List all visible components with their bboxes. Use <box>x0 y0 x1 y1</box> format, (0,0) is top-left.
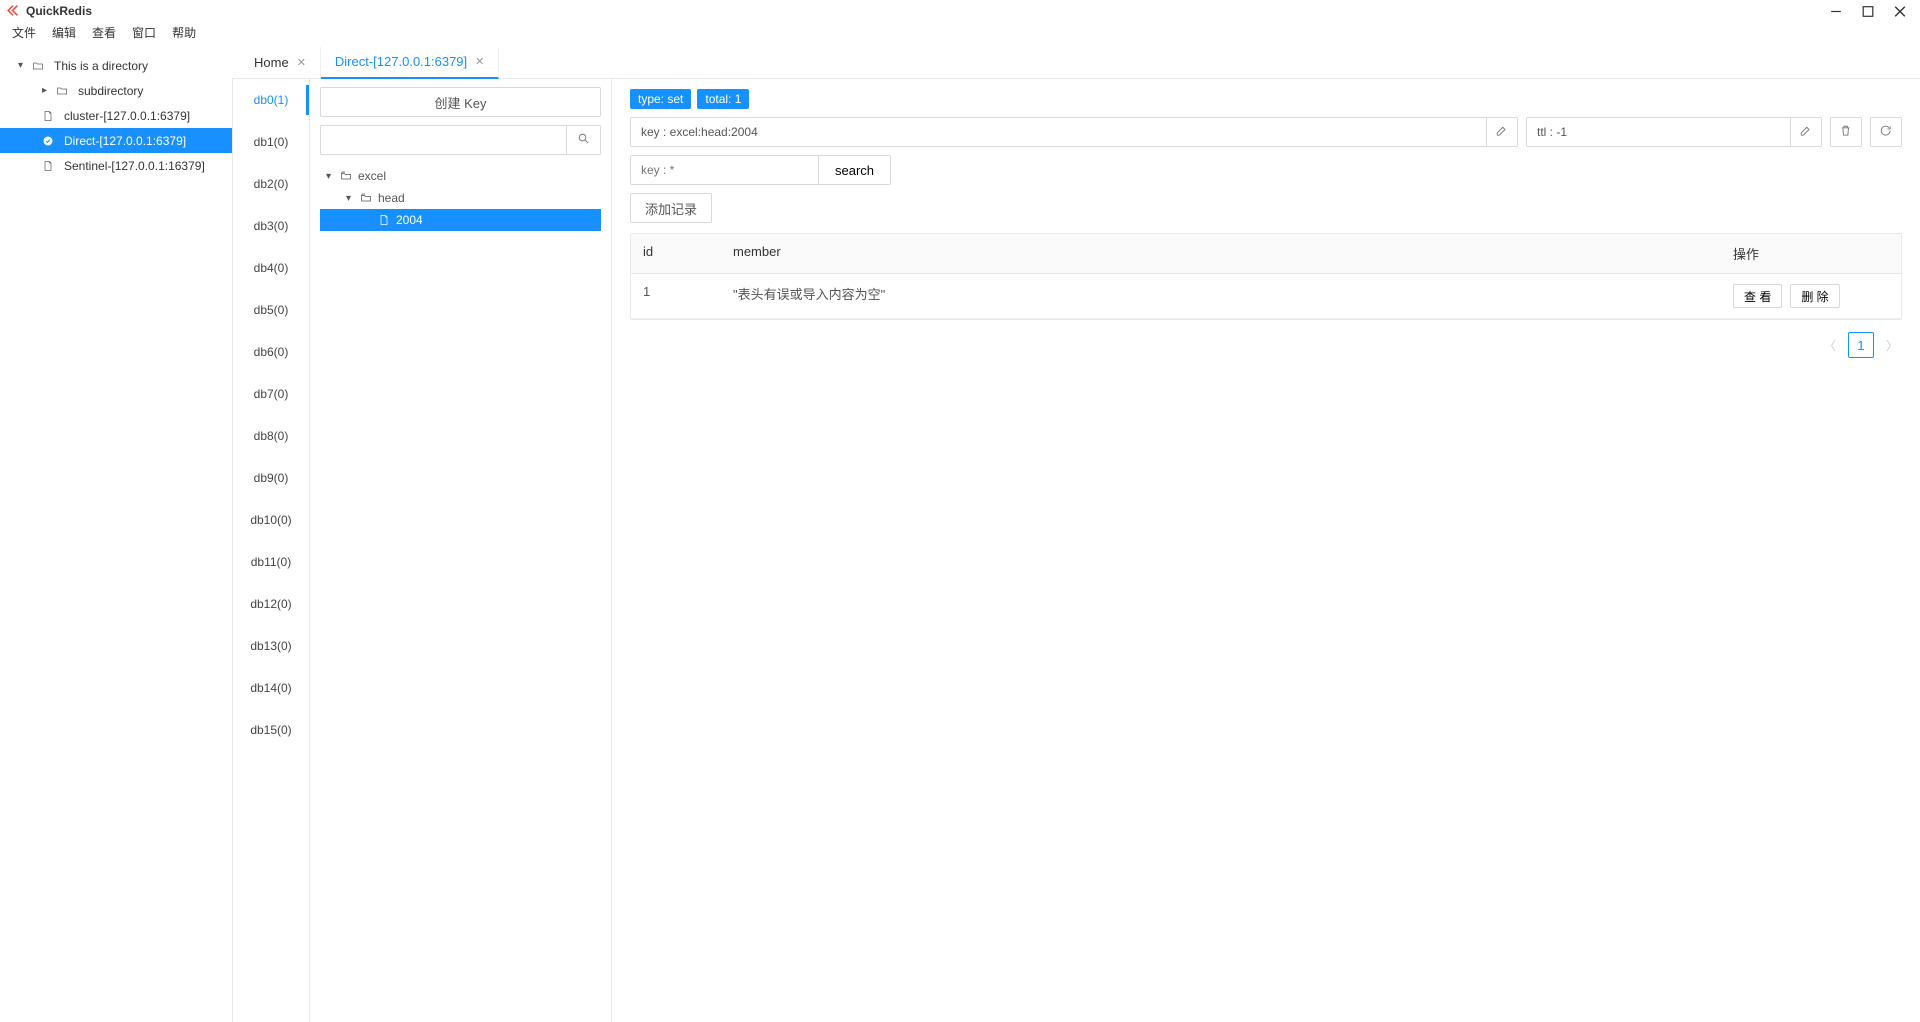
edit-key-button[interactable] <box>1486 117 1518 147</box>
close-icon[interactable]: ✕ <box>475 55 484 68</box>
key-tree-node[interactable]: ▾ excel <box>320 165 601 187</box>
db-item[interactable]: db4(0) <box>233 247 309 289</box>
key-tree-leaf-selected[interactable]: 2004 <box>320 209 601 231</box>
next-page-icon[interactable]: 〉 <box>1882 337 1902 354</box>
key-panel: 创建 Key ▾ excel ▾ hea <box>310 79 612 1022</box>
page-number[interactable]: 1 <box>1848 332 1874 358</box>
key-tree-label: 2004 <box>396 213 423 227</box>
db-item[interactable]: db12(0) <box>233 583 309 625</box>
menubar: 文件 编辑 查看 窗口 帮助 <box>0 22 1920 47</box>
close-window-button[interactable] <box>1894 5 1906 17</box>
delete-key-button[interactable] <box>1830 117 1862 147</box>
edit-icon <box>1495 124 1508 140</box>
db-item[interactable]: db15(0) <box>233 709 309 751</box>
tab-home[interactable]: Home ✕ <box>240 47 321 79</box>
db-item[interactable]: db5(0) <box>233 289 309 331</box>
col-header-member: member <box>721 234 1721 273</box>
titlebar: QuickRedis <box>0 0 1920 22</box>
file-icon <box>378 214 392 226</box>
menu-window[interactable]: 窗口 <box>132 24 156 41</box>
type-badge: type: set <box>630 89 691 109</box>
db-item[interactable]: db9(0) <box>233 457 309 499</box>
tree-subdirectory[interactable]: ▸ subdirectory <box>0 78 232 103</box>
tree-root-label: This is a directory <box>54 59 148 73</box>
file-icon <box>42 110 58 122</box>
app-logo-icon <box>6 4 20 18</box>
close-icon[interactable]: ✕ <box>297 56 306 69</box>
tree-root[interactable]: ▾ This is a directory <box>0 53 232 78</box>
db-item[interactable]: db7(0) <box>233 373 309 415</box>
chevron-down-icon: ▾ <box>346 193 360 204</box>
db-item[interactable]: db0(1) <box>233 79 309 121</box>
db-item[interactable]: db10(0) <box>233 499 309 541</box>
key-search-input[interactable] <box>320 125 567 155</box>
trash-icon <box>1839 124 1852 140</box>
menu-view[interactable]: 查看 <box>92 24 116 41</box>
total-badge: total: 1 <box>697 89 749 109</box>
refresh-icon <box>1879 124 1892 140</box>
folder-icon <box>56 85 72 97</box>
connection-label: cluster-[127.0.0.1:6379] <box>64 109 190 123</box>
folder-open-icon <box>340 170 354 182</box>
db-item[interactable]: db6(0) <box>233 331 309 373</box>
minimize-button[interactable] <box>1830 5 1842 17</box>
chevron-right-icon: ▸ <box>42 85 56 96</box>
menu-file[interactable]: 文件 <box>12 24 36 41</box>
menu-help[interactable]: 帮助 <box>172 24 196 41</box>
value-panel: type: set total: 1 <box>612 79 1920 1022</box>
delete-row-button[interactable]: 删 除 <box>1790 284 1839 308</box>
connection-item-active[interactable]: Direct-[127.0.0.1:6379] <box>0 128 232 153</box>
table-row: 1 "表头有误或导入内容为空" 查 看 删 除 <box>631 274 1901 319</box>
tab-label: Home <box>254 55 289 70</box>
db-item[interactable]: db3(0) <box>233 205 309 247</box>
db-item[interactable]: db8(0) <box>233 415 309 457</box>
db-item[interactable]: db13(0) <box>233 625 309 667</box>
cell-member: "表头有误或导入内容为空" <box>721 274 1721 318</box>
pagination: 〈 1 〉 <box>630 332 1902 358</box>
chevron-down-icon: ▾ <box>326 171 340 182</box>
search-icon <box>577 132 590 148</box>
connection-label: Sentinel-[127.0.0.1:16379] <box>64 159 205 173</box>
connection-item[interactable]: cluster-[127.0.0.1:6379] <box>0 103 232 128</box>
edit-ttl-button[interactable] <box>1790 117 1822 147</box>
connection-sidebar: ▾ This is a directory ▸ subdirectory clu… <box>0 47 232 1022</box>
key-tree-node[interactable]: ▾ head <box>320 187 601 209</box>
check-circle-icon <box>42 135 58 147</box>
folder-open-icon <box>360 192 374 204</box>
tree-sub-label: subdirectory <box>78 84 143 98</box>
prev-page-icon[interactable]: 〈 <box>1820 337 1840 354</box>
members-table: id member 操作 1 "表头有误或导入内容为空" 查 看 删 除 <box>630 233 1902 320</box>
db-item[interactable]: db11(0) <box>233 541 309 583</box>
tab-label: Direct-[127.0.0.1:6379] <box>335 54 467 69</box>
view-button[interactable]: 查 看 <box>1733 284 1782 308</box>
cell-id: 1 <box>631 274 721 318</box>
col-header-id: id <box>631 234 721 273</box>
edit-icon <box>1799 124 1812 140</box>
key-name-input[interactable] <box>630 117 1486 147</box>
app-title: QuickRedis <box>26 4 92 18</box>
member-filter-input[interactable] <box>630 155 818 185</box>
folder-icon <box>32 60 48 72</box>
key-search-button[interactable] <box>567 125 601 155</box>
tab-connection[interactable]: Direct-[127.0.0.1:6379] ✕ <box>321 47 499 79</box>
connection-item[interactable]: Sentinel-[127.0.0.1:16379] <box>0 153 232 178</box>
col-header-actions: 操作 <box>1721 234 1901 273</box>
menu-edit[interactable]: 编辑 <box>52 24 76 41</box>
db-item[interactable]: db1(0) <box>233 121 309 163</box>
ttl-input[interactable] <box>1526 117 1790 147</box>
key-tree-label: excel <box>358 169 386 183</box>
refresh-button[interactable] <box>1870 117 1902 147</box>
db-item[interactable]: db14(0) <box>233 667 309 709</box>
member-search-button[interactable]: search <box>818 155 891 185</box>
file-icon <box>42 160 58 172</box>
database-list: db0(1) db1(0) db2(0) db3(0) db4(0) db5(0… <box>232 79 310 1022</box>
db-item[interactable]: db2(0) <box>233 163 309 205</box>
create-key-button[interactable]: 创建 Key <box>320 87 601 117</box>
chevron-down-icon: ▾ <box>18 60 32 71</box>
add-record-button[interactable]: 添加记录 <box>630 193 712 223</box>
key-tree-label: head <box>378 191 405 205</box>
connection-label: Direct-[127.0.0.1:6379] <box>64 134 186 148</box>
maximize-button[interactable] <box>1862 5 1874 17</box>
tabs-bar: Home ✕ Direct-[127.0.0.1:6379] ✕ <box>232 47 1920 79</box>
